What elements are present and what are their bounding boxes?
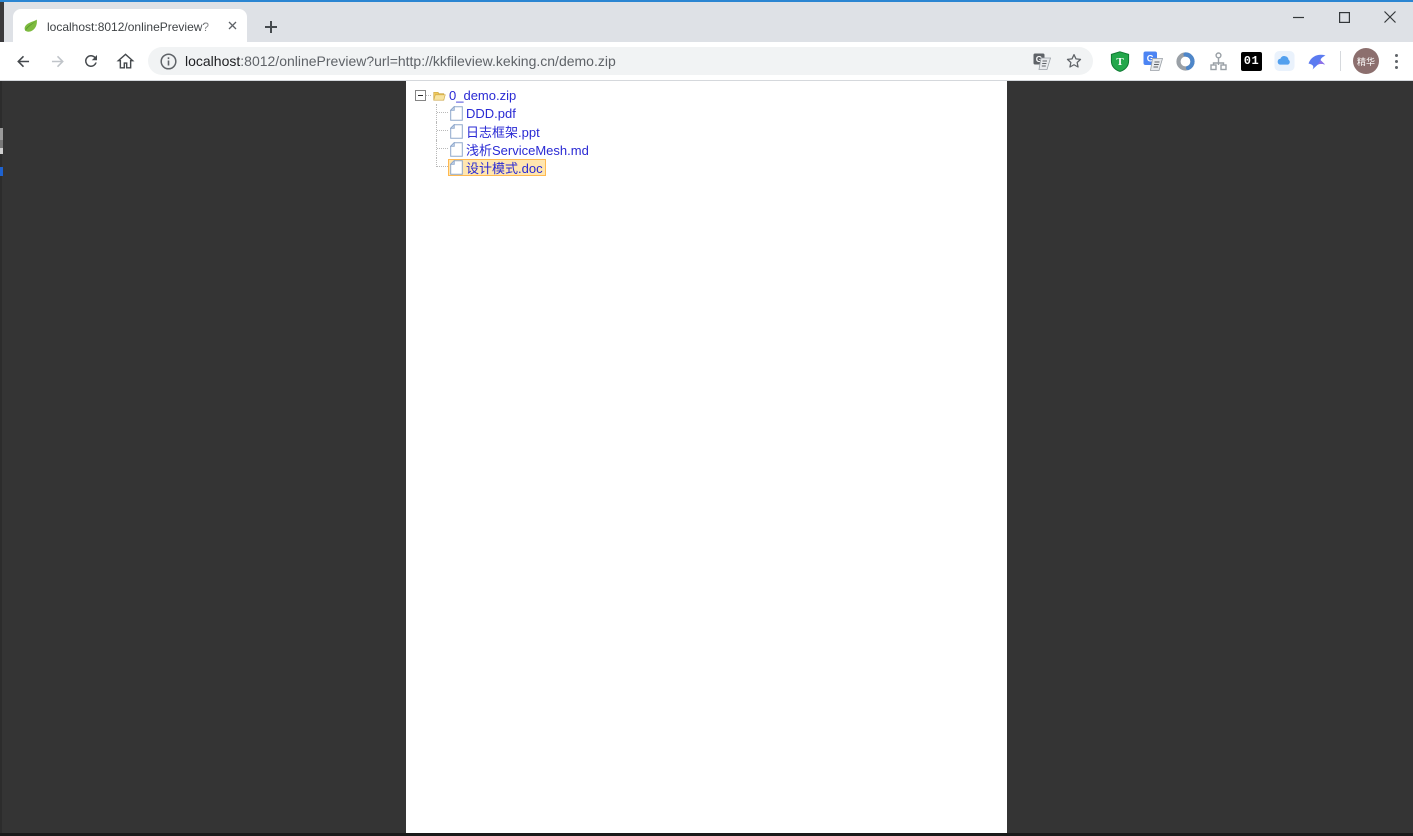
tree-node-root[interactable]: 0_demo.zip [431, 87, 519, 104]
translate-extension-icon[interactable]: G [1142, 51, 1163, 72]
tab-title: localhost:8012/onlinePreview? [47, 18, 221, 34]
window-edge-sliver [0, 81, 2, 836]
background-artifact [0, 140, 3, 148]
binary-badge-extension-icon[interactable]: 01 [1241, 51, 1262, 72]
tree-connector [436, 122, 448, 140]
file-tree: 0_demo.zip DDD.pdf [415, 86, 592, 176]
profile-avatar[interactable]: 精华 [1353, 48, 1379, 74]
window-controls [1275, 0, 1413, 34]
svg-text:T: T [1116, 56, 1124, 68]
tab-localhost[interactable]: localhost:8012/onlinePreview? [13, 9, 247, 42]
file-icon [450, 106, 463, 121]
tree-node-label: 设计模式.doc [466, 158, 543, 177]
close-button[interactable] [1367, 0, 1413, 34]
file-icon [450, 160, 463, 175]
tree-node-label: DDD.pdf [466, 106, 516, 121]
file-icon [450, 142, 463, 157]
tree-node-label: 0_demo.zip [449, 88, 516, 103]
tree-node-file[interactable]: 浅析ServiceMesh.md [448, 141, 592, 158]
tree-file-row: 设计模式.doc [436, 158, 592, 176]
back-button[interactable] [8, 46, 38, 76]
home-button[interactable] [110, 46, 140, 76]
tree-connector [436, 104, 448, 122]
browser-window: localhost:8012/onlinePreview? [0, 0, 1413, 836]
file-icon [450, 124, 463, 139]
minimize-button[interactable] [1275, 0, 1321, 34]
tree-root-row: 0_demo.zip [415, 86, 592, 104]
browser-toolbar: localhost:8012/onlinePreview?url=http://… [0, 42, 1413, 81]
cloud-extension-icon[interactable] [1274, 51, 1295, 72]
tab-title-fade [199, 18, 221, 34]
background-artifact [0, 167, 3, 176]
tree-file-row: 日志框架.ppt [436, 122, 592, 140]
url-path: :8012/onlinePreview?url=http://kkfilevie… [240, 53, 615, 69]
url-text: localhost:8012/onlinePreview?url=http://… [185, 53, 1019, 69]
page-info-icon[interactable] [160, 53, 177, 70]
collapse-expander-icon[interactable] [415, 90, 426, 101]
background-artifact [0, 128, 3, 140]
toolbar-separator [1340, 51, 1341, 71]
tree-node-file[interactable]: DDD.pdf [448, 105, 519, 122]
page-content: 0_demo.zip DDD.pdf [0, 81, 1413, 836]
extensions-area: T G [1103, 48, 1405, 74]
proxy-circle-extension-icon[interactable] [1175, 51, 1196, 72]
tab-close-icon[interactable] [223, 17, 241, 35]
tree-file-row: DDD.pdf [436, 104, 592, 122]
forward-button[interactable] [42, 46, 72, 76]
tree-node-file-selected[interactable]: 设计模式.doc [448, 159, 546, 176]
tab-strip: localhost:8012/onlinePreview? [0, 0, 1413, 42]
maximize-button[interactable] [1321, 0, 1367, 34]
url-host: localhost [185, 53, 240, 69]
folder-open-icon [433, 88, 446, 103]
window-edge-sliver [0, 0, 4, 42]
tree-connector [436, 140, 448, 158]
translate-page-icon[interactable]: G [1033, 53, 1051, 70]
shield-extension-icon[interactable]: T [1109, 51, 1130, 72]
tree-file-row: 浅析ServiceMesh.md [436, 140, 592, 158]
zip-preview-panel: 0_demo.zip DDD.pdf [406, 81, 1007, 833]
spring-leaf-favicon [23, 18, 39, 34]
background-artifact [0, 148, 3, 154]
tree-node-label: 浅析ServiceMesh.md [466, 140, 589, 159]
chrome-menu-icon[interactable] [1387, 48, 1405, 74]
reload-button[interactable] [76, 46, 106, 76]
bookmark-star-icon[interactable] [1065, 52, 1083, 70]
bird-extension-icon[interactable] [1307, 51, 1328, 72]
tree-node-file[interactable]: 日志框架.ppt [448, 123, 543, 140]
window-accent-border [0, 0, 1413, 2]
new-tab-button[interactable] [258, 14, 284, 40]
address-bar[interactable]: localhost:8012/onlinePreview?url=http://… [148, 47, 1093, 75]
tree-node-label: 日志框架.ppt [466, 122, 540, 141]
tree-connector [436, 158, 448, 176]
sitemap-extension-icon[interactable] [1208, 51, 1229, 72]
